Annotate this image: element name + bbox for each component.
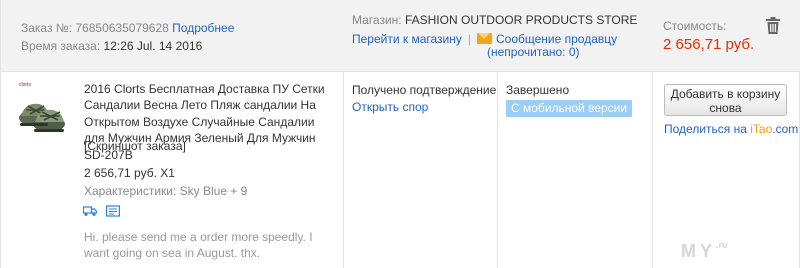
- order-header: Заказ №: 76850635079628 Подробнее Время …: [1, 0, 800, 72]
- go-to-store-link[interactable]: Перейти к магазину: [352, 32, 462, 46]
- item-characteristics: Характеристики: Sky Blue + 9: [84, 184, 248, 198]
- watermark-text: MY: [681, 241, 716, 261]
- mobile-version-badge: С мобильной версии: [506, 100, 633, 117]
- watermark-suffix: .ru: [716, 240, 728, 250]
- order-time-label: Время заказа:: [21, 39, 101, 53]
- envelope-icon: [477, 33, 492, 44]
- open-dispute-link[interactable]: Открыть спор: [352, 100, 428, 114]
- invoice-icon[interactable]: [106, 205, 121, 217]
- order-screenshot-link[interactable]: [Скриншот заказа]: [84, 139, 186, 153]
- item-price: 2 656,71 руб. X1: [84, 166, 175, 180]
- buyer-note: Hi. please send me a order more speedly.…: [84, 230, 313, 260]
- site-watermark: MY.ru: [681, 240, 728, 262]
- confirmation-status: Получено подтверждение: [352, 83, 497, 97]
- delivery-truck-icon[interactable]: [82, 205, 98, 217]
- share-row: Поделиться на iTao.com: [664, 122, 798, 136]
- order-number-label: Заказ №:: [21, 21, 73, 35]
- column-divider: [497, 72, 498, 268]
- order-time: 12:26 Jul. 14 2016: [103, 39, 203, 53]
- unread-suffix: ): [575, 45, 580, 59]
- link-separator: |: [467, 32, 471, 46]
- service-icons: [82, 205, 121, 217]
- cost-label: Стоимость:: [663, 19, 727, 33]
- cost-value: 2 656,71 руб.: [663, 36, 755, 53]
- order-details-link[interactable]: Подробнее: [172, 21, 234, 35]
- store-name: FASHION OUTDOOR PRODUCTS STORE: [404, 13, 638, 27]
- unread-messages[interactable]: (непрочитано: 0): [487, 44, 580, 60]
- order-card: Заказ №: 76850635079628 Подробнее Время …: [0, 0, 800, 268]
- itao-domain[interactable]: .com: [772, 122, 798, 136]
- unread-prefix: (непрочитано:: [487, 45, 569, 59]
- add-to-cart-again-button[interactable]: Добавить в корзину снова: [664, 84, 787, 116]
- itao-brand[interactable]: iTao: [750, 122, 772, 136]
- store-row: Магазин: FASHION OUTDOOR PRODUCTS STORE: [352, 12, 637, 28]
- column-divider: [652, 72, 653, 268]
- unread-count: 0: [568, 45, 576, 59]
- order-status: Завершено: [506, 83, 570, 97]
- order-time-row: Время заказа: 12:26 Jul. 14 2016: [21, 38, 202, 54]
- store-label: Магазин:: [352, 13, 402, 27]
- order-number-row: Заказ №: 76850635079628 Подробнее: [21, 20, 234, 36]
- column-divider: [343, 72, 344, 268]
- product-image[interactable]: [17, 80, 67, 138]
- share-link[interactable]: Поделиться на: [664, 122, 750, 136]
- trash-icon[interactable]: [766, 17, 780, 34]
- order-number: 76850635079628: [75, 21, 169, 35]
